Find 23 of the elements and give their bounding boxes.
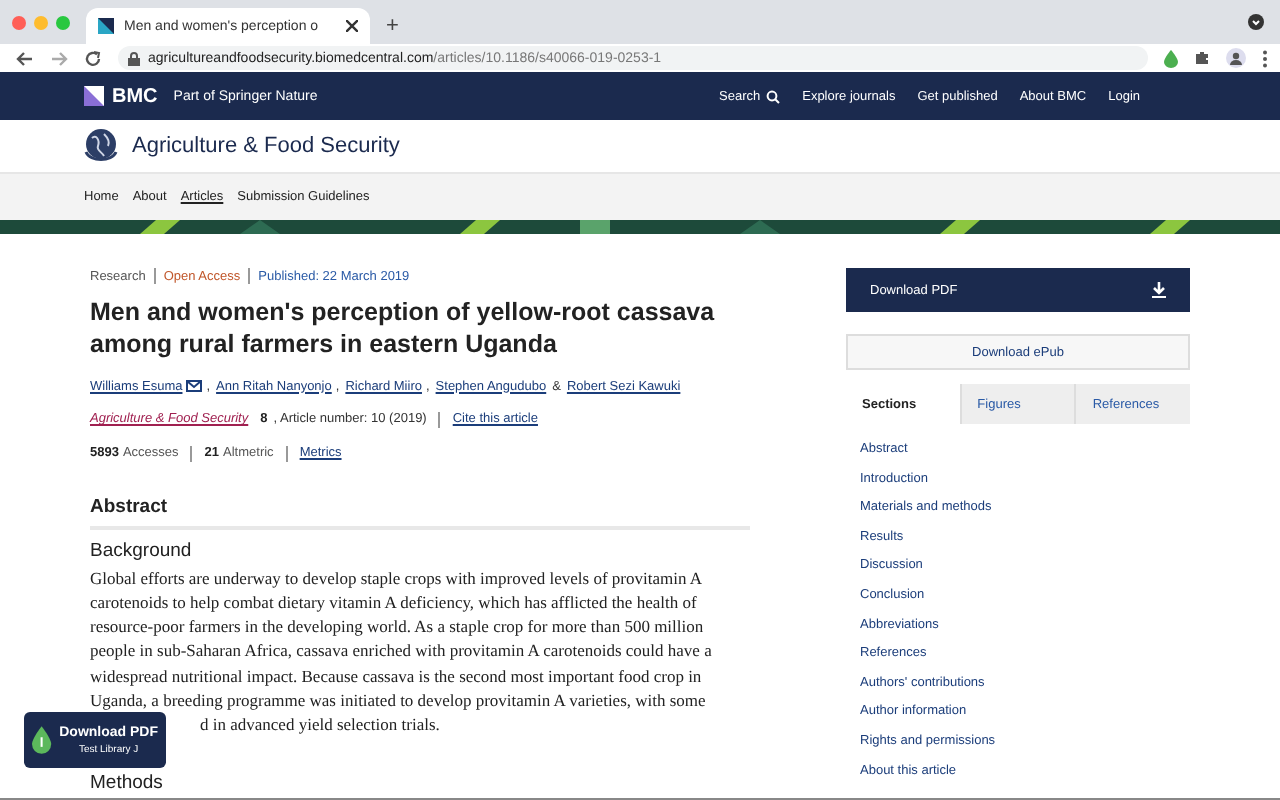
mail-icon[interactable] <box>186 380 203 392</box>
brand-name[interactable]: BMC <box>112 85 158 107</box>
globe-logo-icon[interactable] <box>84 128 118 164</box>
article-title: Men and women's perception of yellow-root cassava among rural farmers in eastern Uganda <box>90 296 717 361</box>
journal-title[interactable]: Agriculture & Food Security <box>132 134 400 158</box>
lock-icon <box>128 51 140 65</box>
abstract-heading: Abstract <box>90 495 750 529</box>
search-icon <box>766 89 781 103</box>
reload-icon[interactable] <box>84 49 102 67</box>
puzzle-icon[interactable] <box>1194 50 1210 66</box>
drop-icon[interactable] <box>1164 49 1178 67</box>
favicon-icon <box>98 18 114 34</box>
bmc-logo-icon[interactable] <box>84 86 104 106</box>
background-heading: Background <box>90 539 194 561</box>
new-tab-button[interactable]: + <box>386 14 399 38</box>
avatar-icon[interactable] <box>1226 48 1246 68</box>
kebab-menu-icon[interactable] <box>1262 49 1268 67</box>
methods-heading: Methods <box>90 771 165 794</box>
back-icon[interactable] <box>16 49 34 67</box>
download-icon <box>1152 282 1166 298</box>
close-icon[interactable] <box>346 20 358 32</box>
drop-icon <box>32 720 52 760</box>
paragraph-fragment: d in advanced yield selection trials. <box>200 712 440 738</box>
